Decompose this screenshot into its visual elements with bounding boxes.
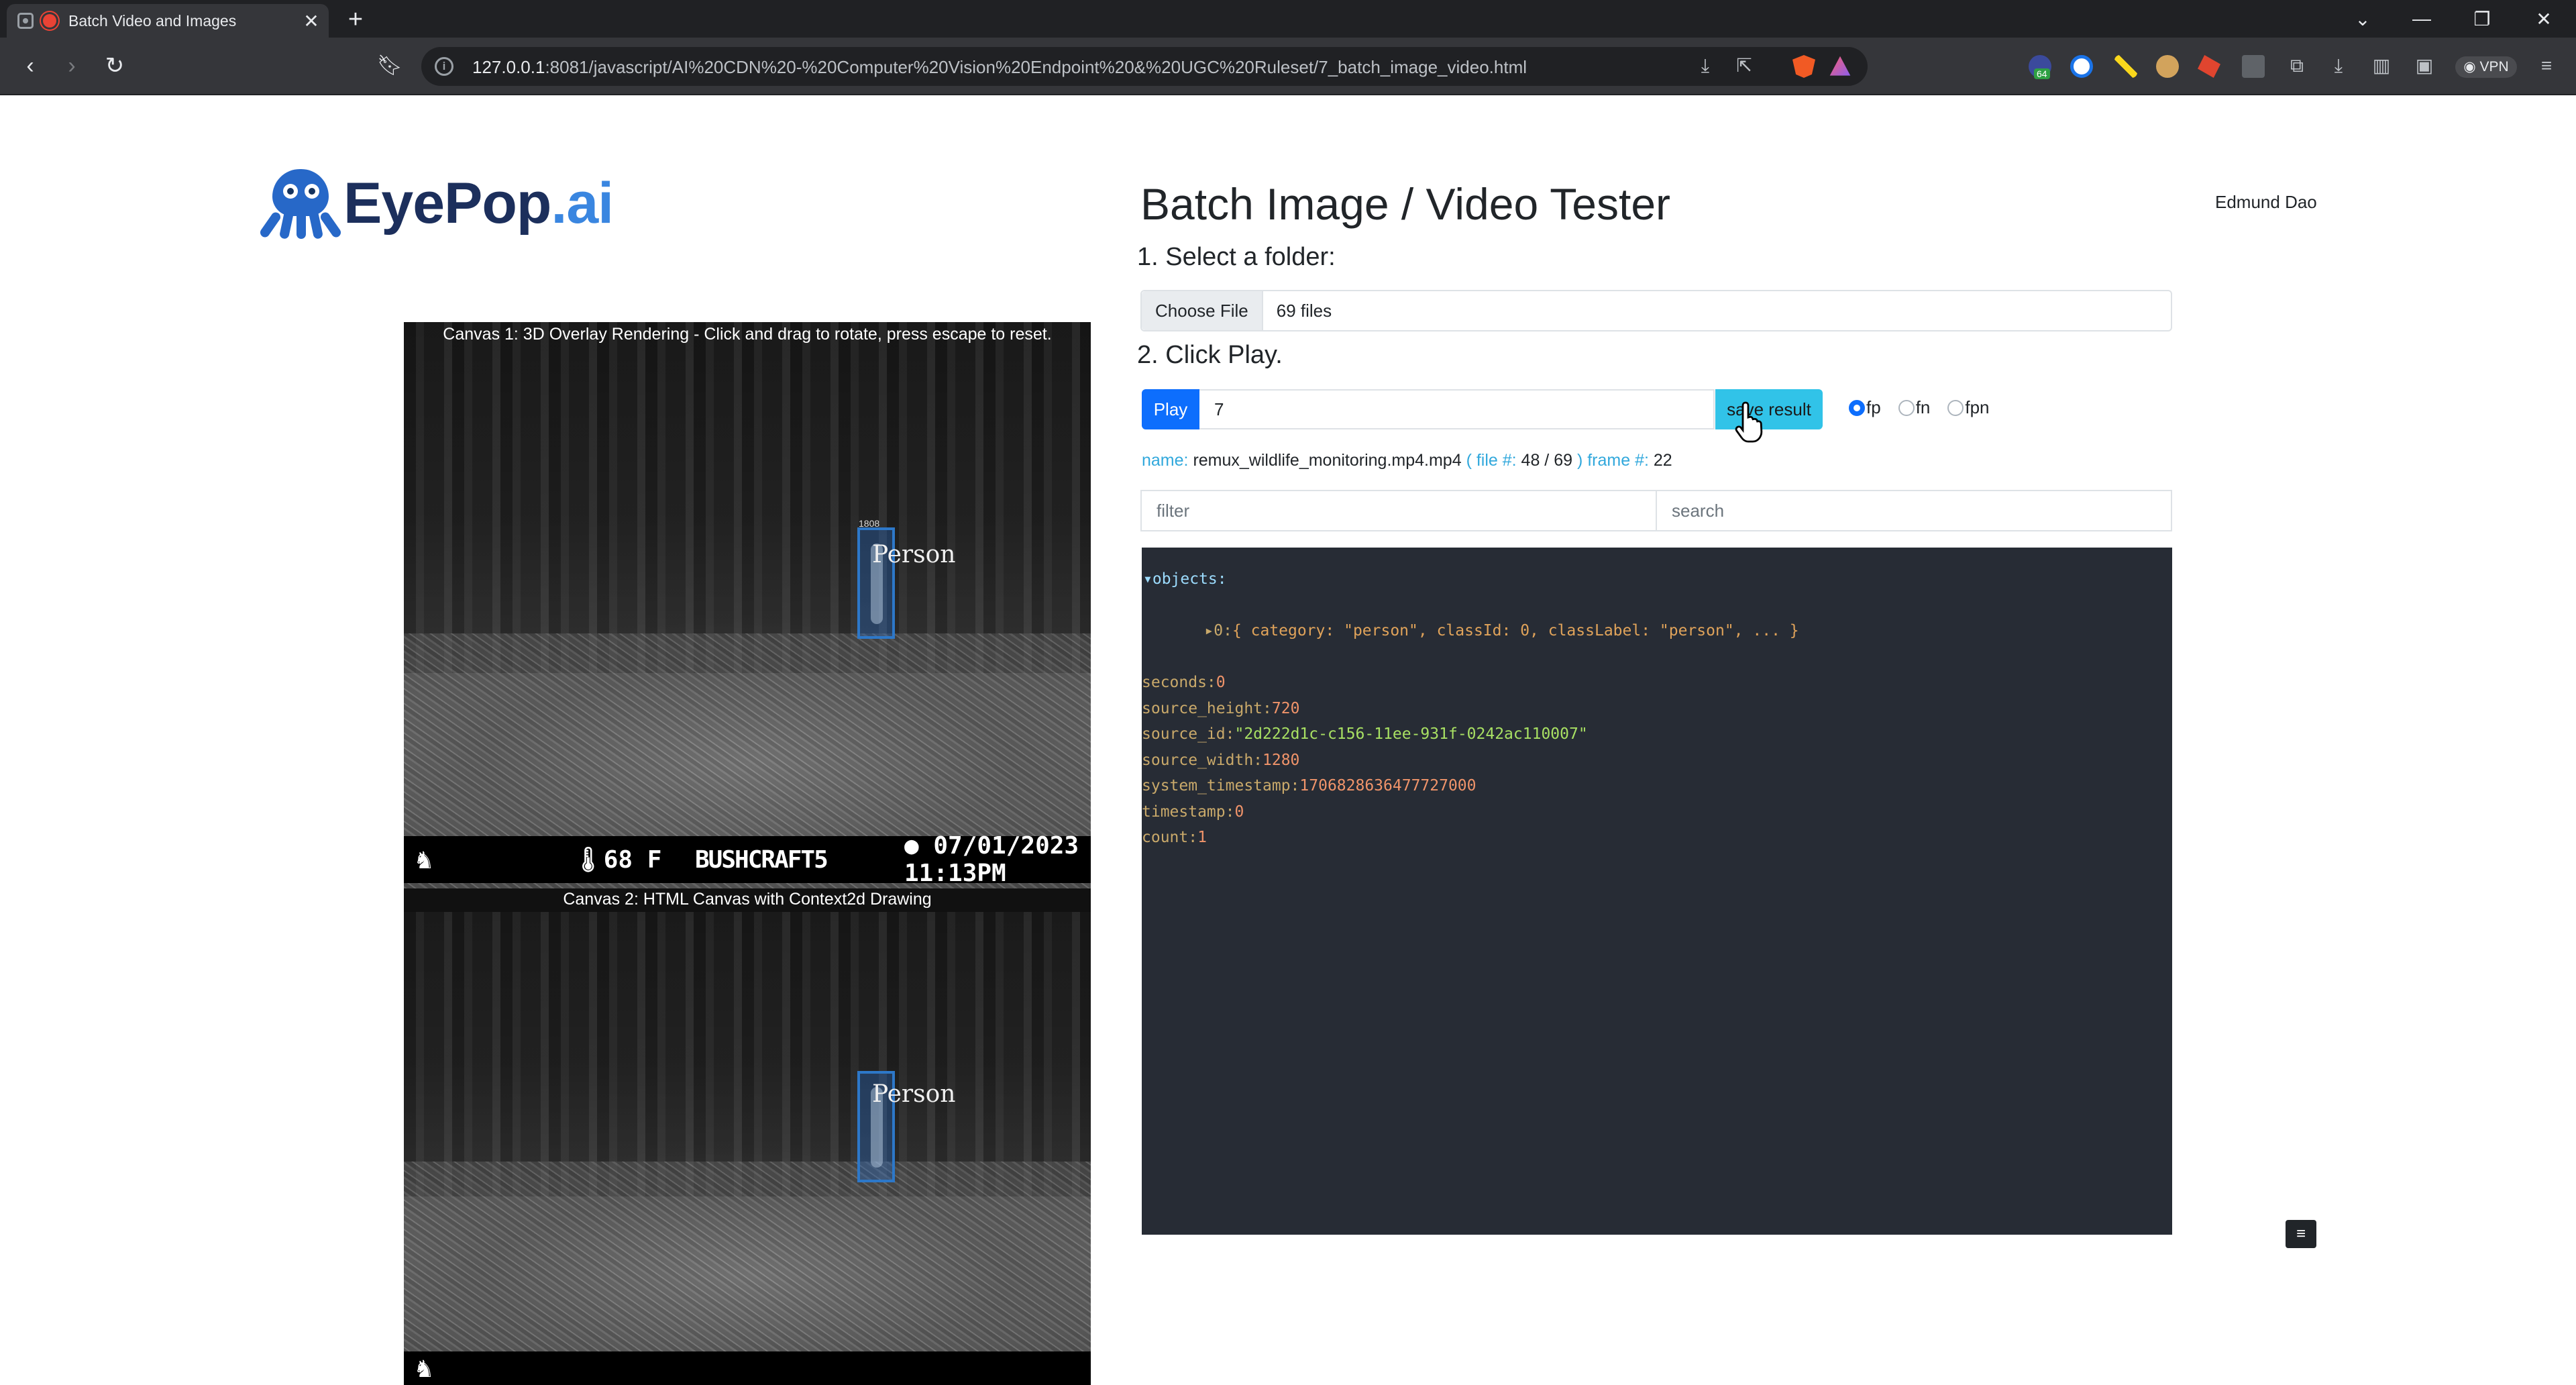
eyepop-logo: EyePop.ai bbox=[258, 166, 614, 240]
radio-fp[interactable] bbox=[1849, 399, 1865, 416]
site-info-icon[interactable]: i bbox=[435, 57, 453, 76]
person-detection-label: Person bbox=[872, 1080, 956, 1108]
sidebar-icon[interactable]: ▥ bbox=[2368, 52, 2395, 79]
extension-tool-icon[interactable] bbox=[2198, 55, 2220, 78]
buck-logo-icon: ♞ bbox=[415, 1353, 433, 1384]
camera-brand: BUSHCRAFT5 bbox=[695, 845, 828, 874]
download-page-icon[interactable]: ⤓ bbox=[1692, 52, 1719, 79]
browser-toolbar: ‹ › ↻ 🔖︎ i 127.0.0.1:8081/javascript/AI%… bbox=[0, 38, 2576, 95]
tab-title: Batch Video and Images bbox=[68, 11, 237, 30]
trail-cam-info-bar: ♞ 🌡68 F BUSHCRAFT5 ● 07/01/2023 11:13PM bbox=[404, 832, 1091, 887]
json-row: seconds:0 bbox=[1142, 674, 1226, 691]
new-tab-button[interactable]: + bbox=[341, 7, 370, 34]
json-object-0-summary: { category: "person", classId: 0, classL… bbox=[1232, 622, 1799, 639]
scroll-to-top-button[interactable]: ≡ bbox=[2286, 1220, 2316, 1248]
extension-screen-icon[interactable] bbox=[2242, 55, 2265, 78]
step-1-heading: 1. Select a folder: bbox=[1137, 243, 1336, 271]
json-row: source_height:720 bbox=[1142, 699, 1300, 717]
trail-cam-info-bar: ♞ bbox=[404, 1351, 1091, 1385]
save-result-button[interactable]: save result bbox=[1715, 389, 1823, 429]
forest-background bbox=[404, 322, 1091, 674]
extension-highlighter-icon[interactable] bbox=[2114, 55, 2137, 78]
step-2-heading: 2. Click Play. bbox=[1137, 341, 1283, 369]
detection-id: 1808 bbox=[859, 518, 880, 529]
extension-cookie-icon[interactable] bbox=[2156, 55, 2179, 78]
canvas-2d-drawing[interactable]: Canvas 2: HTML Canvas with Context2d Dra… bbox=[404, 888, 1091, 1385]
octopus-logo-icon bbox=[258, 166, 343, 240]
logo-wordmark: EyePop.ai bbox=[343, 170, 614, 236]
buck-logo-icon: ♞ bbox=[415, 844, 433, 875]
page-title: Batch Image / Video Tester bbox=[1140, 179, 1671, 229]
frame-index: 22 bbox=[1653, 451, 1672, 470]
folder-file-input[interactable]: Choose File 69 files bbox=[1140, 290, 2172, 331]
browser-tab-active[interactable]: Batch Video and Images ✕ bbox=[7, 4, 329, 38]
forest-background bbox=[404, 888, 1091, 1196]
wallet-icon[interactable]: ▣ bbox=[2411, 52, 2438, 79]
file-index: 48 / 69 bbox=[1521, 451, 1572, 470]
brave-shields-icon[interactable] bbox=[1792, 55, 1815, 78]
json-row: source_width:1280 bbox=[1142, 751, 1300, 769]
tab-close-icon[interactable]: ✕ bbox=[299, 10, 323, 32]
play-button[interactable]: Play bbox=[1142, 389, 1199, 429]
bookmark-icon[interactable]: 🔖︎ bbox=[374, 51, 405, 82]
share-icon[interactable]: ⇱ bbox=[1731, 52, 1758, 79]
json-object-0-row[interactable]: ▸0:{ category: "person", classId: 0, cla… bbox=[1142, 593, 2172, 670]
extension-sync-icon[interactable] bbox=[2070, 55, 2093, 78]
radio-fn[interactable] bbox=[1898, 399, 1915, 416]
file-count-label: 69 files bbox=[1276, 300, 1332, 321]
address-url[interactable]: 127.0.0.1:8081/javascript/AI%20CDN%20-%2… bbox=[472, 57, 1527, 78]
json-row: timestamp:0 bbox=[1142, 803, 1244, 821]
choose-file-button[interactable]: Choose File bbox=[1142, 291, 1263, 330]
filter-input[interactable]: filter bbox=[1140, 490, 1657, 531]
tab-search-chevron-icon[interactable]: ⌄ bbox=[2332, 0, 2394, 38]
json-objects-key[interactable]: ▾objects: bbox=[1142, 566, 2172, 593]
json-row: system_timestamp:1706828636477727000 bbox=[1142, 777, 1477, 794]
extension-badge: 64 bbox=[2034, 68, 2050, 79]
result-type-radio-group: fp fn fpn bbox=[1849, 397, 2007, 418]
number-input[interactable]: 7 bbox=[1199, 389, 1715, 429]
menu-hamburger-icon[interactable]: ≡ bbox=[2533, 52, 2560, 79]
radio-fpn-label: fpn bbox=[1965, 397, 1990, 417]
radio-fpn[interactable] bbox=[1947, 399, 1964, 416]
search-input[interactable]: search bbox=[1657, 490, 2172, 531]
temperature-readout: 🌡68 F bbox=[573, 846, 662, 874]
current-file-name: remux_wildlife_monitoring.mp4.mp4 bbox=[1193, 451, 1462, 470]
browser-tabstrip: Batch Video and Images ✕ + ⌄ — ❐ ✕ bbox=[0, 0, 2576, 38]
close-window-icon[interactable]: ✕ bbox=[2513, 0, 2575, 38]
canvas-3d-overlay[interactable]: Canvas 1: 3D Overlay Rendering - Click a… bbox=[404, 322, 1091, 888]
minimize-window-icon[interactable]: — bbox=[2391, 0, 2453, 38]
reload-icon[interactable]: ↻ bbox=[99, 51, 130, 82]
json-row: count:1 bbox=[1142, 829, 1207, 846]
back-icon[interactable]: ‹ bbox=[15, 51, 46, 82]
page-favicon-icon bbox=[17, 13, 34, 29]
address-bar[interactable]: i 127.0.0.1:8081/javascript/AI%20CDN%20-… bbox=[421, 47, 1868, 86]
brave-rewards-icon[interactable] bbox=[1829, 56, 1851, 76]
canvas-1-caption: Canvas 1: 3D Overlay Rendering - Click a… bbox=[443, 325, 1052, 344]
restore-window-icon[interactable]: ❐ bbox=[2451, 0, 2513, 38]
filter-search-row: filter search bbox=[1140, 490, 2172, 531]
person-detection-label: Person bbox=[872, 541, 956, 568]
forward-icon[interactable]: › bbox=[56, 51, 87, 82]
extensions-puzzle-icon[interactable]: ⧉ bbox=[2284, 52, 2310, 79]
json-row: source_id:"2d222d1c-c156-11ee-931f-0242a… bbox=[1142, 725, 1588, 743]
canvas-2-caption: Canvas 2: HTML Canvas with Context2d Dra… bbox=[404, 888, 1091, 912]
vpn-button[interactable]: ◉ VPN bbox=[2455, 56, 2517, 78]
recording-indicator-icon bbox=[43, 14, 56, 28]
json-result-viewer[interactable]: ▾objects: ▸0:{ category: "person", class… bbox=[1142, 548, 2172, 1235]
hand-pointer-cursor-icon bbox=[1735, 401, 1763, 443]
json-object-0-toggle[interactable]: ▸0: bbox=[1204, 622, 1232, 639]
user-name: Edmund Dao bbox=[2215, 192, 2317, 212]
current-file-info: name: remux_wildlife_monitoring.mp4.mp4 … bbox=[1142, 451, 1672, 470]
capture-datetime: ● 07/01/2023 11:13PM bbox=[904, 832, 1079, 887]
radio-fn-label: fn bbox=[1915, 397, 1931, 417]
radio-fp-label: fp bbox=[1866, 397, 1881, 417]
downloads-icon[interactable]: ⤓ bbox=[2325, 52, 2352, 79]
